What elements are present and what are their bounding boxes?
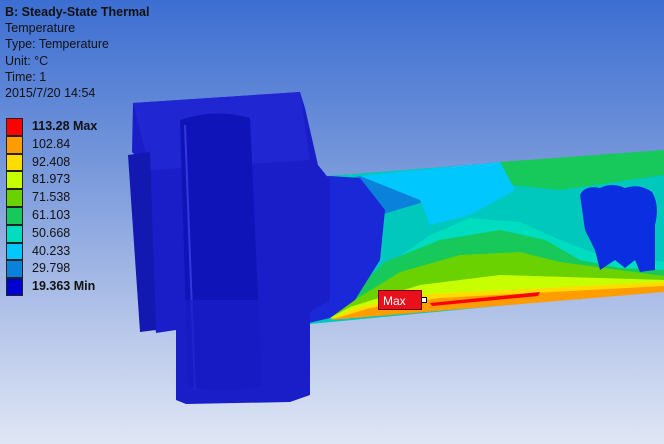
legend-label: 50.668 [32,225,71,240]
legend-swatch [6,171,23,190]
legend-swatch [6,118,23,136]
heated-plate [300,150,664,325]
legend-label: 71.538 [32,190,71,205]
result-title: B: Steady-State Thermal [5,5,150,19]
legend-label: 102.84 [32,136,71,151]
legend-swatch [6,207,23,225]
legend-label: 29.798 [32,261,71,276]
legend-swatch [6,278,23,296]
result-type: Type: Temperature [5,37,109,52]
legend-swatch [6,260,23,279]
probe-pin-icon [421,297,427,303]
result-unit: Unit: °C [5,53,49,68]
legend-swatch [6,242,23,261]
legend-swatch [6,135,23,154]
legend-label: 61.103 [32,208,71,222]
max-probe-label[interactable]: Max [378,290,422,310]
result-date: 2015/7/20 14:54 [5,86,96,101]
legend-label: 92.408 [32,154,71,169]
legend-swatch [6,224,23,243]
legend-label: 19.363 Min [32,279,96,294]
legend-swatch [6,153,23,172]
legend-swatch [6,189,23,207]
legend-label: 113.28 Max [32,119,98,133]
legend-label: 40.233 [32,243,71,258]
result-info: B: Steady-State Thermal Temperature Type… [5,4,149,101]
legend-label: 81.973 [32,172,71,187]
result-time: Time: 1 [5,69,47,84]
holder-body [128,92,330,404]
result-quantity: Temperature [5,21,76,36]
